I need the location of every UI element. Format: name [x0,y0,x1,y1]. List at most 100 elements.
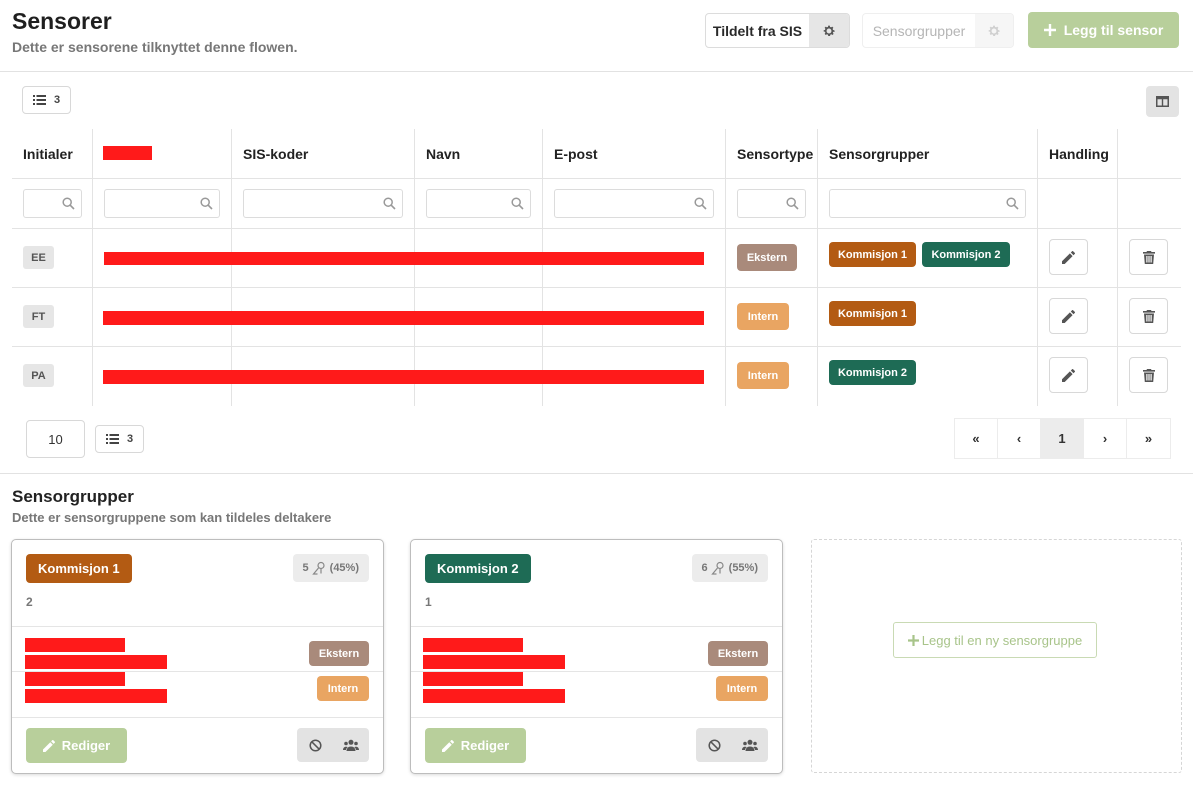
current-page-button[interactable]: 1 [1041,419,1084,458]
delete-sensor-button[interactable] [1129,298,1168,334]
sensor-type-badge: Ekstern [737,244,797,271]
col-divider [1117,129,1118,406]
group-name-badge: Kommisjon 1 [26,554,132,583]
add-sensor-button[interactable]: Legg til sensor [1028,12,1179,48]
sensor-groups-button[interactable]: Sensorgrupper [862,13,1014,48]
col-divider [542,129,543,406]
filter-initials-input[interactable] [23,189,82,218]
gear-icon[interactable] [809,14,849,47]
pencil-icon [1062,309,1075,323]
delete-sensor-button[interactable] [1129,239,1168,275]
group-actions [297,728,369,762]
redacted-member [423,689,565,703]
groups-title: Sensorgrupper [12,487,134,506]
member-type-badge: Intern [317,676,369,701]
filter-redacted-input[interactable] [104,189,220,218]
redacted-row-data [104,252,704,265]
filter-name-input[interactable] [426,189,531,218]
edit-sensor-button[interactable] [1049,357,1088,393]
pencil-icon [441,739,454,752]
col-divider [231,129,232,406]
col-divider [92,129,93,406]
filter-sensor-type-input[interactable] [737,189,806,218]
redacted-member [25,638,125,652]
users-icon[interactable] [732,728,768,762]
sensor-type-badge: Intern [737,303,789,330]
edit-group-button[interactable]: Rediger [26,728,127,763]
row-count-value: 3 [126,433,134,445]
first-page-button[interactable]: « [955,419,998,458]
delete-sensor-button[interactable] [1129,357,1168,393]
row-count-chip[interactable]: 3 [22,86,71,114]
col-divider [817,129,818,406]
pencil-icon [42,739,55,752]
assign-from-sis-button[interactable]: Tildelt fra SIS [705,13,850,48]
col-header-sensor-type[interactable]: Sensortype [737,128,813,179]
col-header-initials[interactable]: Initialer [23,128,73,179]
list-icon [105,434,119,444]
edit-group-button[interactable]: Rediger [425,728,526,763]
member-type-badge: Ekstern [708,641,768,666]
initials-badge: PA [23,364,54,387]
col-divider [725,129,726,406]
col-header-sensor-groups[interactable]: Sensorgrupper [829,128,929,179]
search-icon [786,197,799,210]
member-count: 2 [26,595,33,609]
col-header-action: Handling [1049,145,1109,162]
list-icon [32,95,46,105]
row-count-value: 3 [53,94,61,106]
redacted-member [25,672,125,686]
group-badge: Kommisjon 2 [922,242,1010,267]
share-percent: (45%) [329,562,359,574]
card-divider [411,717,782,718]
col-header-name[interactable]: Navn [426,128,460,179]
pencil-icon [1062,368,1075,382]
group-badge: Kommisjon 2 [829,360,916,385]
trash-icon [1142,309,1155,323]
page-title: Sensorer [12,8,112,34]
add-group-label: Legg til en ny sensorgruppe [921,632,1083,648]
initials-badge: EE [23,246,54,269]
group-badge: Kommisjon 1 [829,242,916,267]
redacted-header [103,146,152,160]
filter-sensor-groups-input[interactable] [829,189,1026,218]
last-page-button[interactable]: » [1127,419,1170,458]
row-count-chip[interactable]: 3 [95,425,144,453]
search-icon [511,197,524,210]
sensor-type-badge: Intern [737,362,789,389]
search-icon [694,197,707,210]
page-size-select[interactable]: 10 [26,420,85,458]
users-icon[interactable] [333,728,369,762]
prev-page-button[interactable]: ‹ [998,419,1041,458]
group-name-badge: Kommisjon 2 [425,554,531,583]
pencil-icon [1062,250,1075,264]
initials-badge: FT [23,305,54,328]
member-count: 1 [425,595,432,609]
assign-from-sis-label: Tildelt fra SIS [712,22,803,39]
add-group-button[interactable]: Legg til en ny sensorgruppe [893,622,1097,658]
card-divider [12,717,383,718]
next-page-button[interactable]: › [1084,419,1127,458]
filter-email-input[interactable] [554,189,714,218]
column-toggle-button[interactable] [1146,86,1179,117]
col-header-sis-codes[interactable]: SIS-koder [243,128,308,179]
share-count: 6 [701,562,708,574]
trash-icon [1142,368,1155,382]
sensor-icon [710,561,724,575]
edit-group-label: Rediger [460,738,510,753]
plus-icon [907,634,919,646]
sensor-icon [311,561,325,575]
search-icon [383,197,396,210]
ban-icon[interactable] [696,728,732,762]
edit-sensor-button[interactable] [1049,239,1088,275]
add-sensor-label: Legg til sensor [1063,22,1164,38]
share-percent: (55%) [728,562,758,574]
pagination: « ‹ 1 › » [954,418,1171,459]
gear-icon[interactable] [975,14,1013,47]
col-header-email[interactable]: E-post [554,128,598,179]
filter-sis-codes-input[interactable] [243,189,403,218]
ban-icon[interactable] [297,728,333,762]
group-card-kommisjon-2: Kommisjon 2 6 (55%) 1 Ekstern Intern Red… [410,539,783,774]
card-divider [12,626,383,627]
edit-sensor-button[interactable] [1049,298,1088,334]
